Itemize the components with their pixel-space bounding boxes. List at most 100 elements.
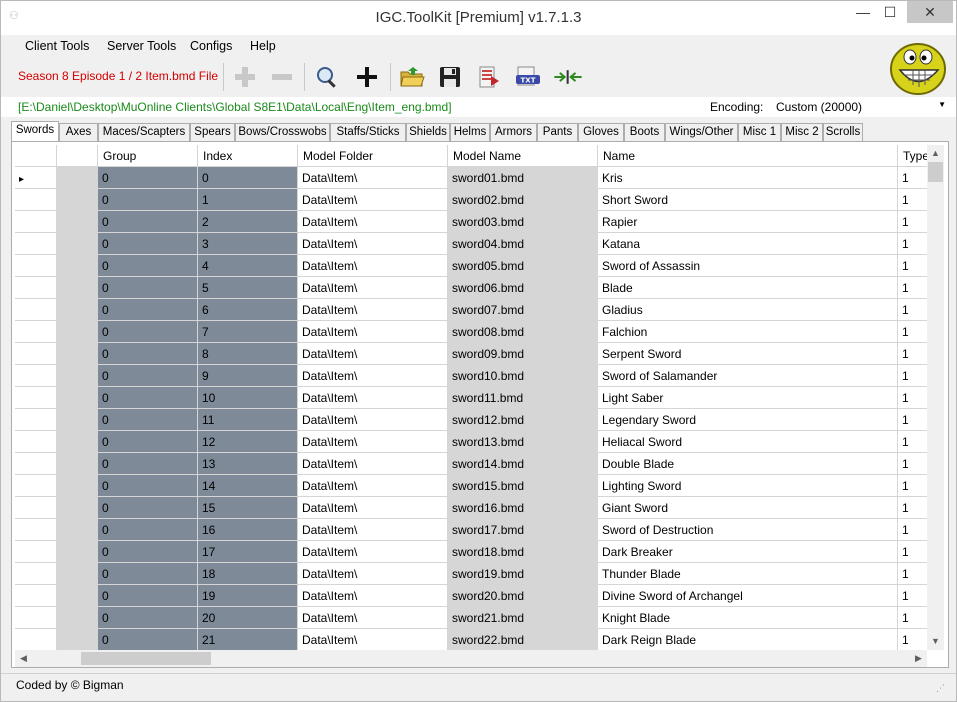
cell-blank[interactable] [57, 563, 98, 585]
column-header-model-folder[interactable]: Model Folder [298, 145, 448, 167]
cell-index[interactable]: 13 [198, 453, 298, 475]
cell-index[interactable]: 19 [198, 585, 298, 607]
cell-model-name[interactable]: sword20.bmd [448, 585, 598, 607]
table-row[interactable]: 0 6 Data\Item\ sword07.bmd Gladius 1 [15, 299, 927, 321]
cell-index[interactable]: 8 [198, 343, 298, 365]
cell-type[interactable]: 1 [898, 541, 927, 563]
cell-type[interactable]: 1 [898, 431, 927, 453]
cell-name[interactable]: Sword of Salamander [598, 365, 898, 387]
cell-model-name[interactable]: sword05.bmd [448, 255, 598, 277]
cell-name[interactable]: Gladius [598, 299, 898, 321]
cell-blank[interactable] [57, 167, 98, 189]
add-button[interactable] [352, 62, 382, 92]
cell-type[interactable]: 1 [898, 475, 927, 497]
cell-blank[interactable] [57, 277, 98, 299]
row-selector[interactable] [15, 607, 57, 629]
cell-blank[interactable] [57, 607, 98, 629]
cell-type[interactable]: 1 [898, 211, 927, 233]
scrollbar-thumb[interactable] [928, 162, 943, 182]
cell-blank[interactable] [57, 585, 98, 607]
row-selector[interactable] [15, 475, 57, 497]
cell-type[interactable]: 1 [898, 189, 927, 211]
table-row[interactable]: 0 7 Data\Item\ sword08.bmd Falchion 1 [15, 321, 927, 343]
cell-index[interactable]: 5 [198, 277, 298, 299]
row-selector[interactable] [15, 387, 57, 409]
cell-blank[interactable] [57, 255, 98, 277]
table-row[interactable]: 0 21 Data\Item\ sword22.bmd Dark Reign Blade… [15, 629, 927, 650]
table-row[interactable]: 0 18 Data\Item\ sword19.bmd Thunder Blade 1 [15, 563, 927, 585]
column-header-index[interactable]: Index [198, 145, 298, 167]
cell-type[interactable]: 1 [898, 453, 927, 475]
cell-blank[interactable] [57, 541, 98, 563]
cell-type[interactable]: 1 [898, 629, 927, 650]
cell-model-name[interactable]: sword14.bmd [448, 453, 598, 475]
vertical-scrollbar[interactable]: ▲ ▼ [927, 145, 944, 650]
cell-model-folder[interactable]: Data\Item\ [298, 277, 448, 299]
row-selector[interactable]: ▸ [15, 167, 57, 189]
cell-name[interactable]: Knight Blade [598, 607, 898, 629]
row-selector[interactable] [15, 321, 57, 343]
cell-group[interactable]: 0 [98, 387, 198, 409]
cell-group[interactable]: 0 [98, 541, 198, 563]
cell-model-folder[interactable]: Data\Item\ [298, 497, 448, 519]
cell-group[interactable]: 0 [98, 211, 198, 233]
scroll-right-icon[interactable]: ▶ [910, 650, 927, 667]
cell-type[interactable]: 1 [898, 563, 927, 585]
cell-model-folder[interactable]: Data\Item\ [298, 299, 448, 321]
cell-model-name[interactable]: sword08.bmd [448, 321, 598, 343]
cell-index[interactable]: 11 [198, 409, 298, 431]
cell-model-folder[interactable]: Data\Item\ [298, 365, 448, 387]
cell-model-name[interactable]: sword16.bmd [448, 497, 598, 519]
cell-model-name[interactable]: sword04.bmd [448, 233, 598, 255]
cell-blank[interactable] [57, 409, 98, 431]
cell-type[interactable]: 1 [898, 255, 927, 277]
cell-model-name[interactable]: sword17.bmd [448, 519, 598, 541]
scrollbar-thumb[interactable] [81, 652, 211, 665]
cell-name[interactable]: Thunder Blade [598, 563, 898, 585]
cell-type[interactable]: 1 [898, 585, 927, 607]
menu-client-tools[interactable]: Client Tools [25, 39, 89, 53]
cell-index[interactable]: 1 [198, 189, 298, 211]
cell-index[interactable]: 16 [198, 519, 298, 541]
column-header-model-name[interactable]: Model Name [448, 145, 598, 167]
cell-type[interactable]: 1 [898, 365, 927, 387]
row-selector[interactable] [15, 343, 57, 365]
row-selector[interactable] [15, 563, 57, 585]
item-grid[interactable]: Group Index Model Folder Model Name Name… [15, 145, 927, 650]
cell-model-folder[interactable]: Data\Item\ [298, 343, 448, 365]
table-row[interactable]: 0 1 Data\Item\ sword02.bmd Short Sword 1 [15, 189, 927, 211]
row-selector[interactable] [15, 365, 57, 387]
menu-server-tools[interactable]: Server Tools [107, 39, 176, 53]
cell-index[interactable]: 15 [198, 497, 298, 519]
tab-gloves[interactable]: Gloves [578, 123, 624, 141]
cell-group[interactable]: 0 [98, 519, 198, 541]
row-selector[interactable] [15, 299, 57, 321]
resize-grip-icon[interactable]: ⋰ [936, 683, 948, 695]
cell-index[interactable]: 6 [198, 299, 298, 321]
row-selector[interactable] [15, 629, 57, 650]
cell-model-folder[interactable]: Data\Item\ [298, 453, 448, 475]
tab-misc-2[interactable]: Misc 2 [781, 123, 823, 141]
cell-model-folder[interactable]: Data\Item\ [298, 607, 448, 629]
cell-name[interactable]: Giant Sword [598, 497, 898, 519]
row-selector[interactable] [15, 585, 57, 607]
scroll-down-icon[interactable]: ▼ [927, 633, 944, 650]
cell-group[interactable]: 0 [98, 321, 198, 343]
cell-group[interactable]: 0 [98, 409, 198, 431]
cell-name[interactable]: Rapier [598, 211, 898, 233]
cell-model-folder[interactable]: Data\Item\ [298, 255, 448, 277]
cell-blank[interactable] [57, 343, 98, 365]
cell-index[interactable]: 0 [198, 167, 298, 189]
row-selector[interactable] [15, 211, 57, 233]
cell-type[interactable]: 1 [898, 299, 927, 321]
cell-model-name[interactable]: sword12.bmd [448, 409, 598, 431]
row-selector[interactable] [15, 497, 57, 519]
tab-axes[interactable]: Axes [59, 123, 98, 141]
cell-model-name[interactable]: sword07.bmd [448, 299, 598, 321]
tab-scrolls[interactable]: Scrolls [823, 123, 863, 141]
cell-index[interactable]: 17 [198, 541, 298, 563]
cell-name[interactable]: Sword of Destruction [598, 519, 898, 541]
merge-button[interactable] [553, 62, 583, 92]
cell-model-name[interactable]: sword03.bmd [448, 211, 598, 233]
cell-name[interactable]: Serpent Sword [598, 343, 898, 365]
